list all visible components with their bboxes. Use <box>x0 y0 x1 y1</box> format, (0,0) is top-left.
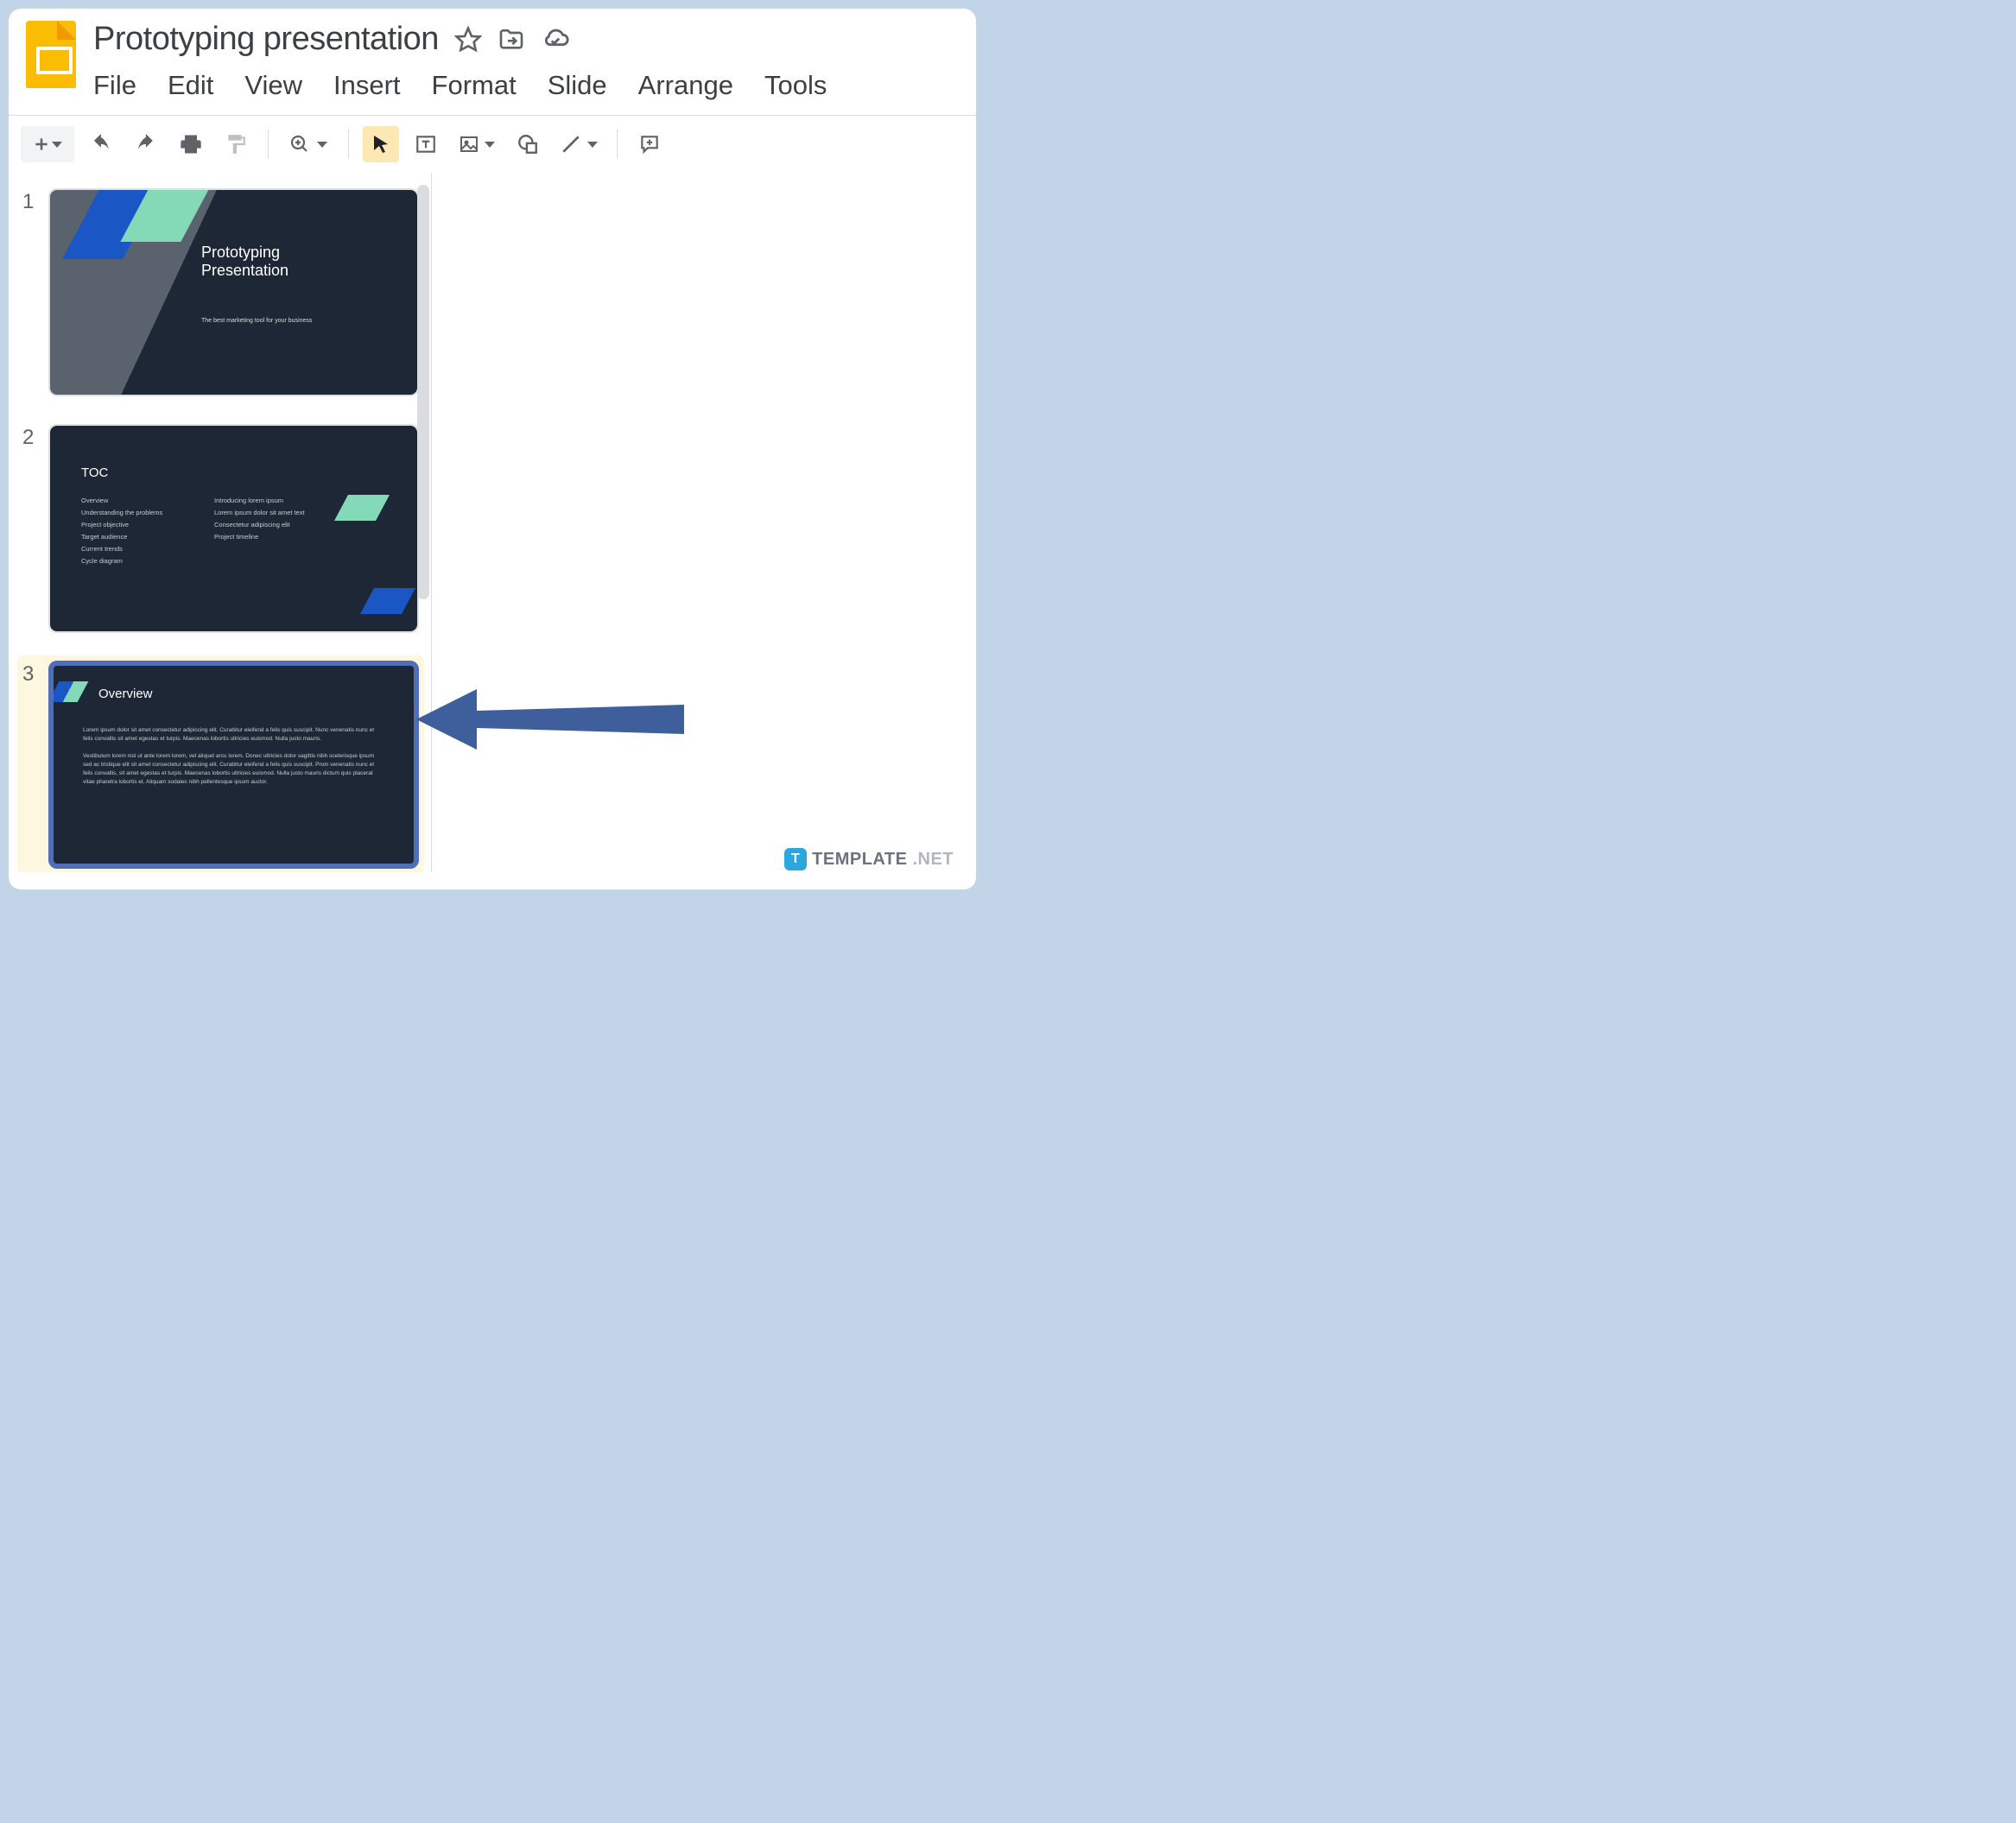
chevron-down-icon <box>52 142 62 148</box>
chevron-down-icon <box>587 142 598 148</box>
menu-view[interactable]: View <box>244 70 302 101</box>
slide-thumbnail-3[interactable]: 3 Overview Lorem ipsum dolor sit amet co… <box>17 655 424 872</box>
chevron-down-icon <box>485 142 495 148</box>
star-icon[interactable] <box>454 26 482 54</box>
title-row: Prototyping presentation <box>93 21 959 58</box>
slide-filmstrip[interactable]: 1 Prototyping Presentation The best mark… <box>9 173 432 872</box>
new-slide-button[interactable] <box>21 126 74 162</box>
slide-title: Prototyping Presentation <box>201 244 288 280</box>
slide-number: 1 <box>22 188 38 396</box>
paint-format-button[interactable] <box>218 126 254 162</box>
slide-title: TOC <box>81 465 108 480</box>
toolbar-separator <box>348 130 349 159</box>
chevron-down-icon <box>317 142 327 148</box>
watermark-badge-icon: T <box>784 848 807 870</box>
undo-button[interactable] <box>83 126 119 162</box>
watermark-suffix: .NET <box>912 850 954 870</box>
slide-number: 3 <box>22 661 38 869</box>
header: Prototyping presentation File Edit View … <box>9 9 976 101</box>
slide-col1: Overview Understanding the problems Proj… <box>81 495 162 567</box>
menu-format[interactable]: Format <box>432 70 517 101</box>
cloud-status-icon[interactable] <box>541 25 570 54</box>
menu-bar: File Edit View Insert Format Slide Arran… <box>93 70 959 101</box>
slide-preview: Overview Lorem ipsum dolor sit amet cons… <box>48 661 419 869</box>
slide-preview: TOC Overview Understanding the problems … <box>48 424 419 632</box>
toolbar-separator <box>268 130 269 159</box>
document-title[interactable]: Prototyping presentation <box>93 21 439 58</box>
slide-title: Overview <box>98 687 153 701</box>
menu-insert[interactable]: Insert <box>333 70 401 101</box>
slide-number: 2 <box>22 424 38 632</box>
text-box-button[interactable] <box>408 126 444 162</box>
menu-edit[interactable]: Edit <box>168 70 213 101</box>
watermark-brand: TEMPLATE <box>812 850 907 870</box>
filmstrip-scrollbar[interactable] <box>417 185 429 599</box>
slide-subtitle: The best marketing tool for your busines… <box>201 318 312 324</box>
slide-col2: Introducing lorem ipsum Lorem ipsum dolo… <box>214 495 305 543</box>
app-window: Prototyping presentation File Edit View … <box>9 9 976 889</box>
toolbar <box>9 115 976 173</box>
menu-file[interactable]: File <box>93 70 136 101</box>
slide-body: Lorem ipsum dolor sit amet consectetur a… <box>83 726 384 787</box>
watermark: T TEMPLATE.NET <box>784 848 954 870</box>
slide-thumbnail-2[interactable]: 2 TOC Overview Understanding the problem… <box>17 419 424 637</box>
comment-button[interactable] <box>631 126 668 162</box>
move-to-folder-icon[interactable] <box>498 26 525 54</box>
image-button[interactable] <box>453 126 501 162</box>
workspace: 1 Prototyping Presentation The best mark… <box>9 173 976 872</box>
slide-preview: Prototyping Presentation The best market… <box>48 188 419 396</box>
zoom-button[interactable] <box>282 126 334 162</box>
slide-canvas[interactable] <box>432 173 976 872</box>
menu-tools[interactable]: Tools <box>764 70 827 101</box>
toolbar-separator <box>617 130 618 159</box>
print-button[interactable] <box>173 126 209 162</box>
line-button[interactable] <box>555 126 603 162</box>
redo-button[interactable] <box>128 126 164 162</box>
menu-slide[interactable]: Slide <box>548 70 607 101</box>
select-tool-button[interactable] <box>363 126 399 162</box>
menu-arrange[interactable]: Arrange <box>638 70 733 101</box>
slide-thumbnail-1[interactable]: 1 Prototyping Presentation The best mark… <box>17 183 424 402</box>
title-block: Prototyping presentation File Edit View … <box>93 21 959 101</box>
shape-button[interactable] <box>510 126 546 162</box>
slides-logo-icon <box>26 21 76 88</box>
